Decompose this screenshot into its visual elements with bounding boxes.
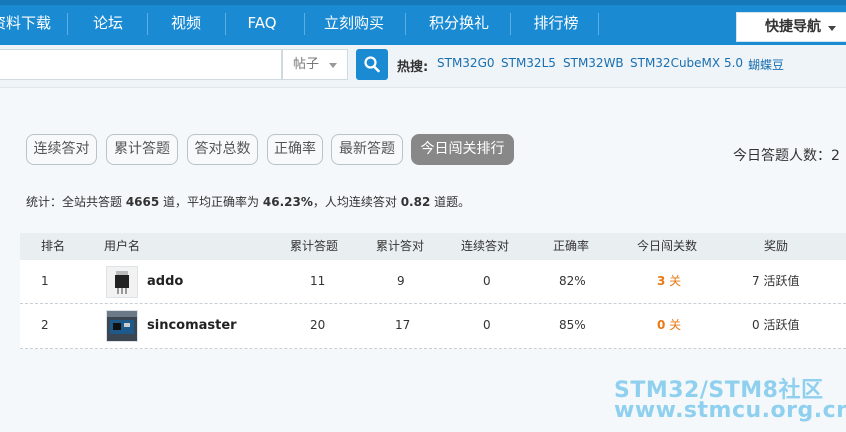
header-today: 今日闯关数	[637, 239, 698, 253]
table-header: 排名 用户名 累计答题 累计答对 连续答对 正确率 今日闯关数 奖励	[20, 233, 846, 260]
today-levels-unit: 关	[665, 318, 682, 332]
stats-suffix: 道题。	[430, 195, 471, 209]
header-total: 累计答题	[290, 239, 339, 253]
nav-item-downloads[interactable]: 资料下载	[0, 5, 52, 45]
hot-link-stm32wb[interactable]: STM32WB	[563, 56, 624, 70]
header-rank: 排名	[41, 239, 66, 253]
site-stats: 统计：全站共答题 4665 道，平均正确率为 46.23%，人均连续答对 0.8…	[26, 193, 470, 210]
nav-item-forum[interactable]: 论坛	[82, 5, 134, 45]
header-streak: 连续答对	[461, 239, 510, 253]
cell-correct: 17	[395, 318, 411, 332]
header-reward: 奖励	[764, 239, 789, 253]
search-input[interactable]	[0, 49, 282, 80]
stats-rate: 46.23%	[262, 195, 313, 209]
table-row: 2 sincomaster 20 17 0 85% 0 关 0 活跃值	[20, 304, 846, 349]
nav-divider	[405, 13, 406, 35]
nav-divider	[510, 13, 511, 35]
header-accuracy: 正确率	[553, 239, 590, 253]
cell-reward: 7 活跃值	[752, 274, 800, 288]
header-correct: 累计答对	[376, 239, 425, 253]
watermark-line2: www.stmcu.org.cn	[614, 398, 846, 423]
table-row: 1 addo 11 9 0 82% 3 关 7 活跃值	[20, 260, 846, 304]
stats-avg: 0.82	[400, 195, 431, 209]
stats-mid1: 道，平均正确率为	[159, 195, 263, 209]
cell-username[interactable]: sincomaster	[147, 304, 237, 347]
tab-today-ranking[interactable]: 今日闯关排行	[411, 134, 514, 165]
today-levels-unit: 关	[665, 274, 682, 288]
cell-streak: 0	[483, 274, 491, 288]
nav-divider	[225, 13, 226, 35]
nav-item-buy[interactable]: 立刻购买	[318, 5, 390, 45]
hot-search-label: 热搜:	[397, 60, 429, 75]
header-user: 用户名	[104, 239, 141, 253]
nav-item-points[interactable]: 积分换礼	[423, 5, 495, 45]
stats-prefix: 统计：全站共答题	[26, 195, 126, 209]
tab-latest[interactable]: 最新答题	[331, 134, 403, 165]
nav-divider	[304, 13, 305, 35]
tab-streak[interactable]: 连续答对	[26, 134, 97, 165]
cell-correct: 9	[397, 274, 405, 288]
cell-rank: 2	[41, 318, 49, 332]
hot-link-stm32l5[interactable]: STM32L5	[501, 56, 556, 70]
search-icon	[364, 56, 380, 73]
avatar[interactable]	[106, 310, 138, 342]
ranking-table: 排名 用户名 累计答题 累计答对 连续答对 正确率 今日闯关数 奖励 1 add…	[20, 233, 846, 349]
hot-link-butterfly-bean[interactable]: 蝴蝶豆	[748, 56, 784, 73]
search-category-select[interactable]: 帖子	[282, 49, 348, 80]
stats-mid2: ，人均连续答对	[312, 195, 401, 209]
nav-divider	[598, 13, 599, 35]
nav-item-ranking[interactable]: 排行榜	[528, 5, 584, 45]
stats-total: 4665	[125, 195, 160, 209]
nav-item-video[interactable]: 视频	[160, 5, 212, 45]
avatar[interactable]	[106, 266, 138, 298]
cell-accuracy: 82%	[559, 274, 586, 288]
nav-divider	[67, 13, 68, 35]
board-image-icon	[107, 311, 137, 341]
quick-nav-label: 快捷导航	[765, 19, 821, 35]
cell-today-levels: 3 关	[657, 260, 681, 303]
hot-link-stm32g0[interactable]: STM32G0	[437, 56, 495, 70]
search-bar: 帖子 热搜: STM32G0 STM32L5 STM32WB STM32Cube…	[0, 45, 846, 88]
hot-link-stm32cubemx[interactable]: STM32CubeMX 5.0	[630, 56, 743, 70]
chevron-down-icon	[329, 63, 337, 68]
tab-total-correct[interactable]: 答对总数	[187, 134, 258, 165]
cell-total: 20	[310, 318, 326, 332]
nav-divider	[147, 13, 148, 35]
cell-rank: 1	[41, 274, 49, 288]
search-category-value: 帖子	[293, 57, 320, 72]
cell-accuracy: 85%	[559, 318, 586, 332]
tab-total-answered[interactable]: 累计答题	[106, 134, 178, 165]
cell-reward: 0 活跃值	[752, 318, 800, 332]
search-button[interactable]	[356, 49, 388, 80]
quick-nav-dropdown[interactable]: 快捷导航	[736, 12, 846, 42]
top-nav: 资料下载 论坛 视频 FAQ 立刻购买 积分换礼 排行榜 快捷导航	[0, 0, 846, 45]
cell-streak: 0	[483, 318, 491, 332]
chip-image-icon	[107, 267, 137, 297]
nav-item-faq[interactable]: FAQ	[239, 5, 285, 45]
tab-accuracy[interactable]: 正确率	[267, 134, 323, 165]
cell-total: 11	[310, 274, 326, 288]
cell-username[interactable]: addo	[147, 260, 183, 303]
cell-today-levels: 0 关	[657, 304, 681, 347]
today-participant-count: 今日答题人数：2	[733, 148, 840, 164]
chevron-down-icon	[828, 26, 836, 31]
